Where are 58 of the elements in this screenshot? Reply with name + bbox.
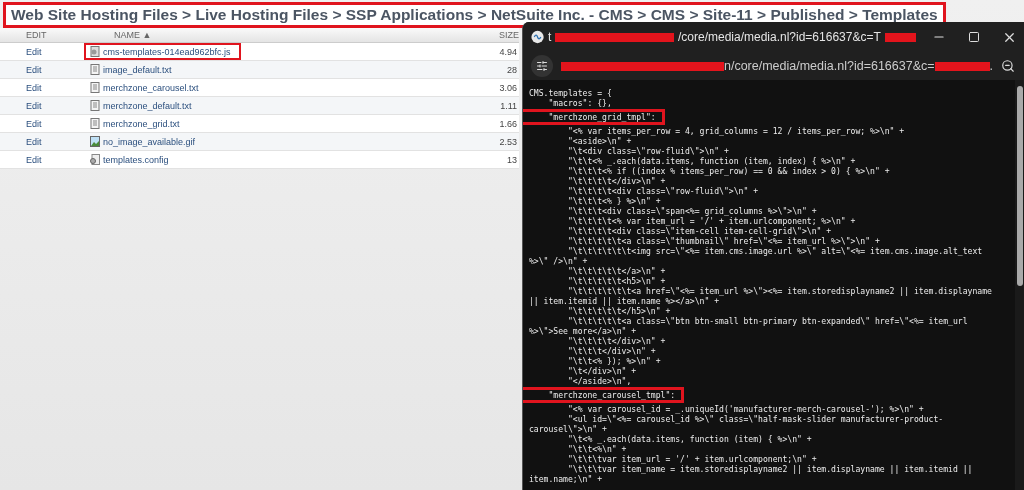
maximize-icon: [968, 31, 981, 43]
code-line: "\t\t\t\t\t\t<a href=\"<%= item_url %>\"><%= item.storedisplayname2 || item.displayname || item.itemid || item.name %></a>\n" +: [529, 286, 993, 306]
code-line: "macros": {},: [547, 98, 612, 108]
code-line: "</aside>\n",: [567, 376, 632, 386]
text-file-icon: [90, 100, 100, 111]
text-file-icon: [90, 118, 100, 129]
sliders-icon: [536, 60, 548, 72]
code-line: "\t\t\t<div class=\"span<%= grid_columns %>\">\n" +: [567, 206, 817, 216]
column-header: EDIT: [25, 30, 48, 40]
window-title: t: [548, 30, 552, 44]
code-line: "<ul id=\"<%= carousel_id %>\" class=\"half-mask-slider manufacturer-product-carousel\">\n" +: [529, 414, 944, 434]
code-line: "<aside>\n" +: [567, 136, 632, 146]
window-title: /core/media/media.nl?id=616637&c=T: [677, 30, 881, 44]
code-line: "\t\t\t\t<div class=\"item-cell item-cell-grid\">\n" +: [567, 226, 832, 236]
code-line: "\t<% _.each(data.items, function (item) { %>\n" +: [567, 434, 812, 444]
file-size: 13: [506, 154, 518, 165]
code-line: CMS.templates = {: [529, 88, 612, 98]
redaction-bar: [884, 32, 916, 42]
site-settings-icon[interactable]: [531, 55, 553, 77]
zoom-out-icon[interactable]: [1001, 59, 1015, 73]
code-line: "<% var carousel_id = _.uniqueId('manufacturer-merch-carousel-'); %>\n" +: [567, 404, 924, 414]
app-logo-icon: [531, 29, 545, 45]
code-line: "\t<div class=\"row-fluid\">\n" +: [567, 146, 729, 156]
code-line: "\t\t\tvar item_name = item.storedisplayname2 || item.displayname || item.itemid || item.name;\n" +: [529, 464, 974, 484]
code-line: "\t\t\t</div>\n" +: [567, 346, 656, 356]
code-line: "\t\t\t\t\t</h5>\n" +: [567, 306, 671, 316]
script-file-icon: [90, 46, 100, 57]
file-size: 3.06: [498, 82, 518, 93]
code-line: "\t\t\t\t</div>\n" +: [567, 176, 666, 186]
code-line: "\t\t<% _.each(data.items, function (item, index) { %>\n" +: [567, 156, 856, 166]
file-size: 28: [506, 64, 518, 75]
code-line: "\t\t\t\t<div class=\"row-fluid\">\n" +: [567, 186, 759, 196]
text-file-icon: [90, 64, 100, 75]
code-line: "\t\t<% }); %>\n" +: [567, 356, 661, 366]
code-line: "<% var items_per_row = 4, grid_columns = 12 / items_per_row; %>\n" +: [567, 126, 905, 136]
scrollbar[interactable]: [1015, 80, 1024, 490]
file-size: 1.11: [499, 100, 518, 111]
file-size: 1.66: [498, 118, 518, 129]
code-line: "\t\t\t\t</div>\n" +: [567, 336, 666, 346]
file-size: 4.94: [498, 46, 518, 57]
code-line: "\t\t\t\t\t<a class=\"thumbnail\" href=\"<%= item_url %>\">\n" +: [567, 236, 880, 246]
code-line: "\t\t\t\t\t\t<img src=\"<%= item.cms.image.url %>\" alt=\"<%= item.cms.image.alt_text %>\" />\n" +: [529, 246, 984, 266]
image-file-icon: [90, 136, 100, 147]
code-line: "\t\t\t\t<% var item_url = '/' + item.urlcomponent; %>\n" +: [567, 216, 856, 226]
text-file-icon: [90, 82, 100, 93]
code-line: "\t\t\t\t\t</a>\n" +: [567, 266, 666, 276]
column-header: SIZE: [498, 30, 519, 40]
column-header[interactable]: NAME ▲: [88, 30, 483, 40]
code-line: "\t\t\t<% } %>\n" +: [567, 196, 661, 206]
code-line: "\t\t\tvar item_url = '/' + item.urlcomponent;\n" +: [567, 454, 817, 464]
file-size: 2.53: [498, 136, 518, 147]
config-file-icon: [90, 154, 100, 165]
code-line: "\t</div>\n" +: [567, 366, 637, 376]
file-link[interactable]: cms-templates-014ead962bfc.js: [84, 43, 241, 60]
code-line: "\t\t<%\n" +: [567, 444, 627, 454]
code-line: "\t\t\t\t\t<a class=\"btn btn-small btn-primary btn-expanded\" href=\"<%= item_url %>\">See more</a>\n" +: [529, 316, 969, 336]
code-line: "\t\t\t\t\t<h5>\n" +: [567, 276, 666, 286]
code-line: "\t\t\t<% if ((index % items_per_row) == 0 && index > 0) { %>\n" +: [567, 166, 890, 176]
